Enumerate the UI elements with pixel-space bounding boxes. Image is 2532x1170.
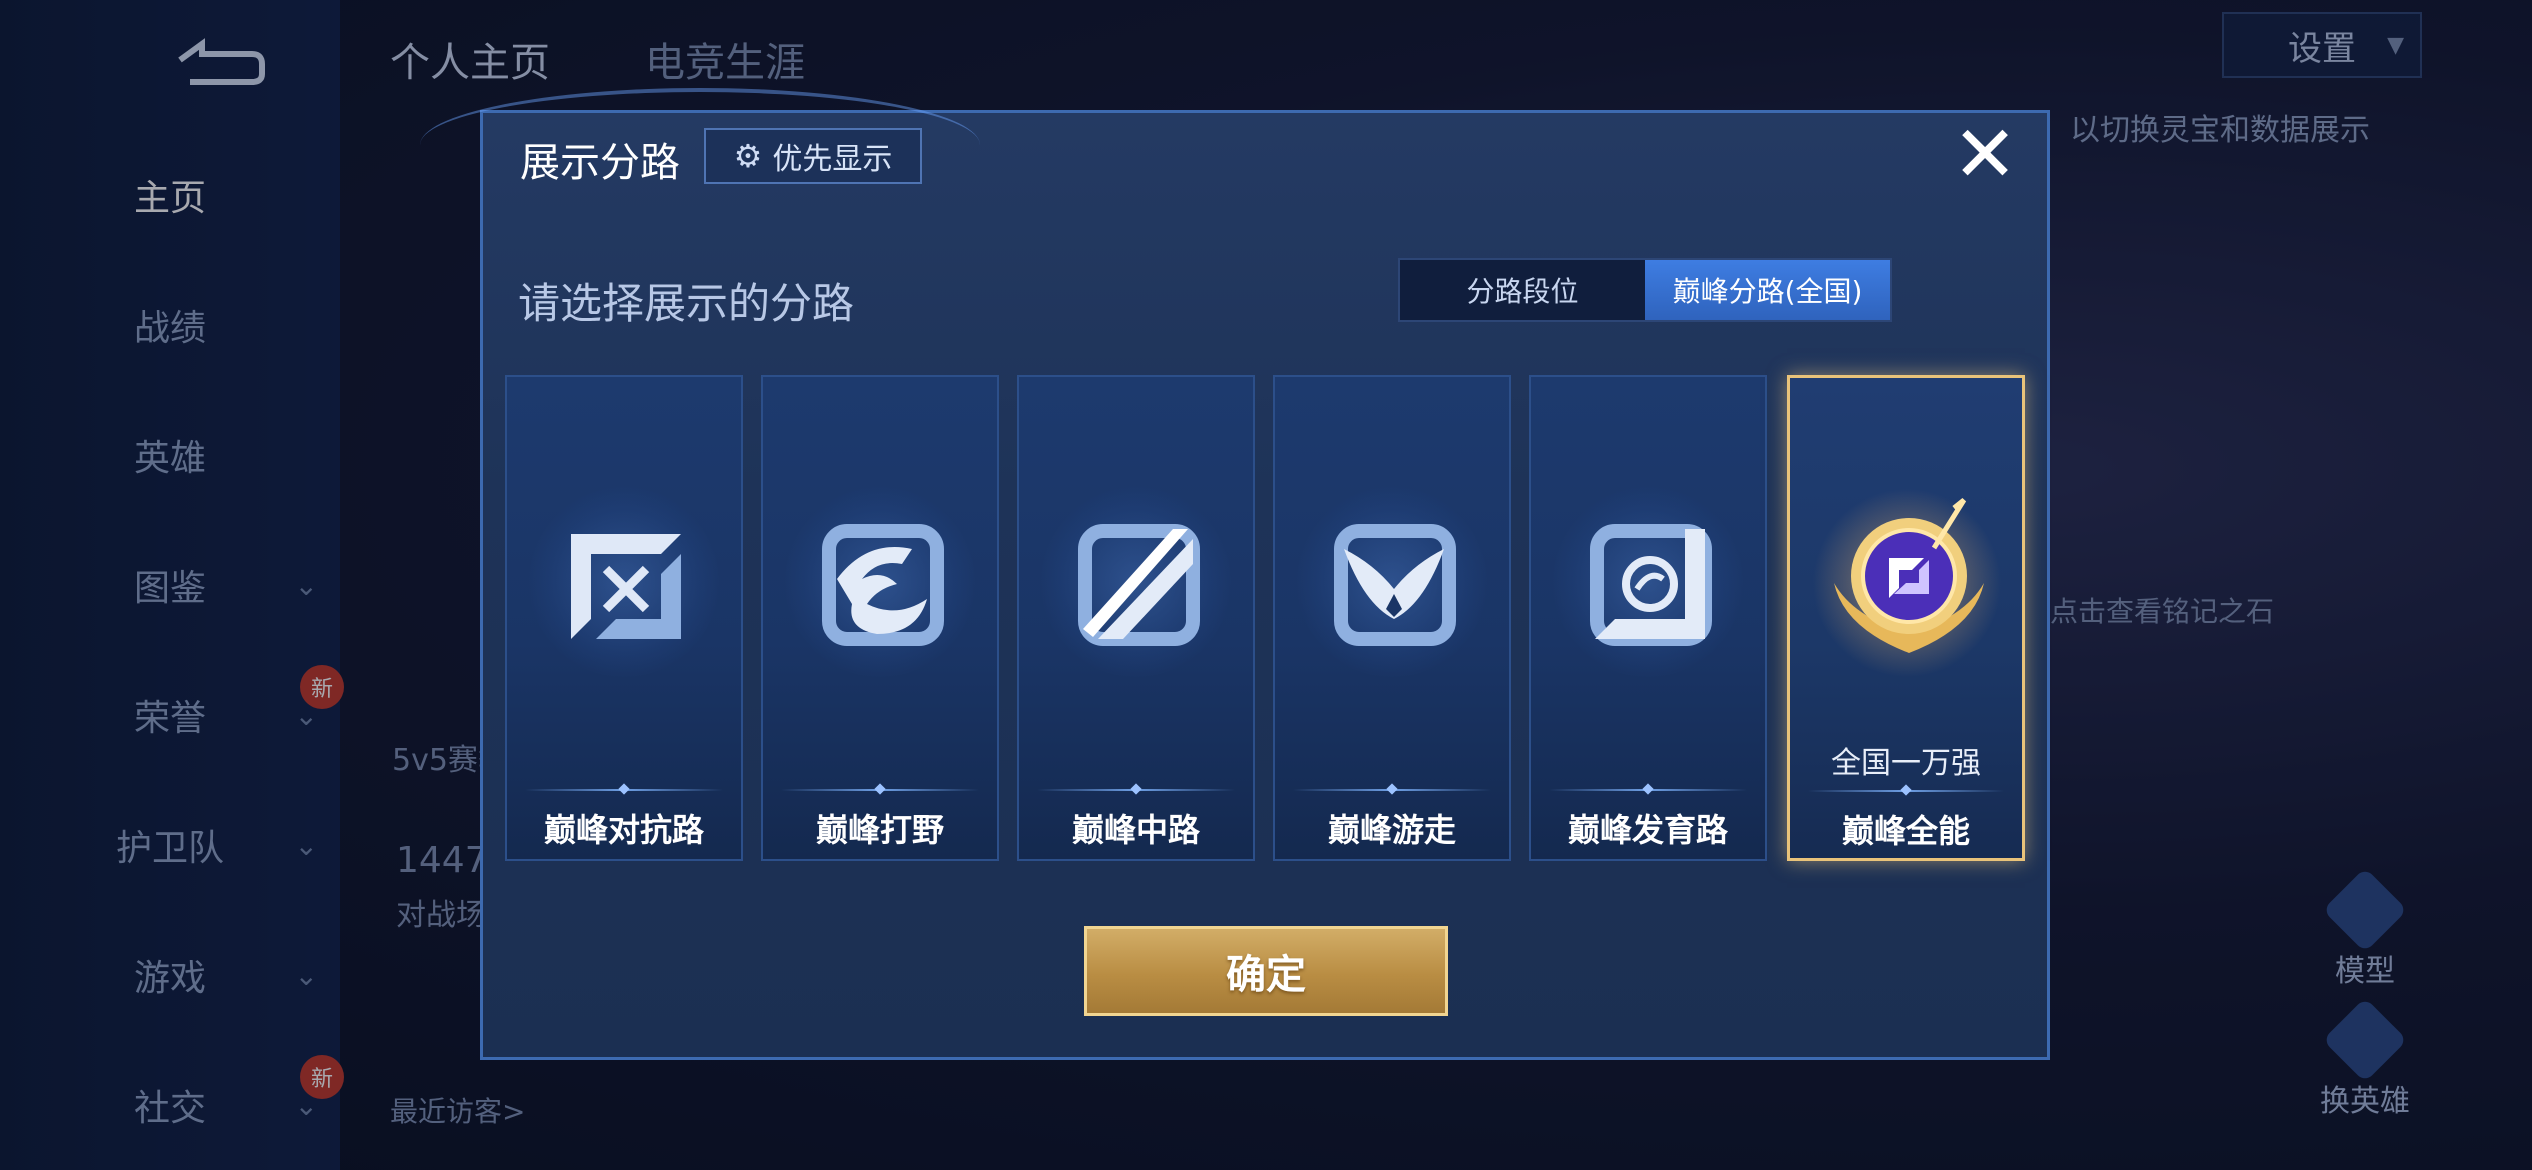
route-card[interactable]: 巅峰游走: [1273, 375, 1511, 861]
close-icon[interactable]: ✕: [1950, 116, 2020, 194]
modal-subtitle: 请选择展示的分路: [518, 279, 855, 328]
route-card-selected[interactable]: 全国一万强 巅峰全能: [1787, 375, 2025, 861]
segment-route-rank[interactable]: 分路段位: [1400, 260, 1645, 320]
gear-icon: ⚙: [733, 137, 763, 175]
wings-roam-icon: [1334, 524, 1456, 646]
sword-lane-icon: [571, 534, 681, 639]
card-divider: [1293, 789, 1491, 791]
card-divider: [1037, 789, 1235, 791]
route-type-toggle: 分路段位 巅峰分路(全国): [1398, 258, 1892, 322]
modal-title: 展示分路: [520, 140, 680, 186]
card-divider: [1808, 790, 2004, 792]
all-round-medal-icon: [1834, 498, 1984, 653]
card-rank: 全国一万强: [1831, 746, 1981, 781]
target-farm-icon: [1590, 524, 1712, 646]
dragon-jungle-icon: [822, 524, 944, 646]
route-card[interactable]: 巅峰打野: [761, 375, 999, 861]
card-label: 巅峰发育路: [1567, 811, 1728, 849]
card-divider: [525, 789, 723, 791]
route-card[interactable]: 巅峰发育路: [1529, 375, 1767, 861]
confirm-button[interactable]: 确定: [1084, 926, 1448, 1016]
priority-label: 优先显示: [772, 142, 893, 177]
card-label: 巅峰对抗路: [543, 811, 704, 849]
card-label: 巅峰全能: [1841, 812, 1970, 850]
route-cards: 巅峰对抗路 巅峰打野 巅峰中路 巅峰游走 巅峰发育路 全国一万强 巅峰全能: [505, 375, 2028, 863]
priority-display-button[interactable]: ⚙ 优先显示: [704, 128, 922, 184]
route-card[interactable]: 巅峰对抗路: [505, 375, 743, 861]
card-divider: [781, 789, 979, 791]
mid-lane-icon: [1078, 524, 1200, 646]
segment-peak-route-national[interactable]: 巅峰分路(全国): [1645, 260, 1890, 320]
card-label: 巅峰打野: [815, 811, 944, 849]
card-label: 巅峰中路: [1071, 811, 1200, 849]
card-divider: [1549, 789, 1747, 791]
route-card[interactable]: 巅峰中路: [1017, 375, 1255, 861]
card-label: 巅峰游走: [1327, 811, 1456, 849]
